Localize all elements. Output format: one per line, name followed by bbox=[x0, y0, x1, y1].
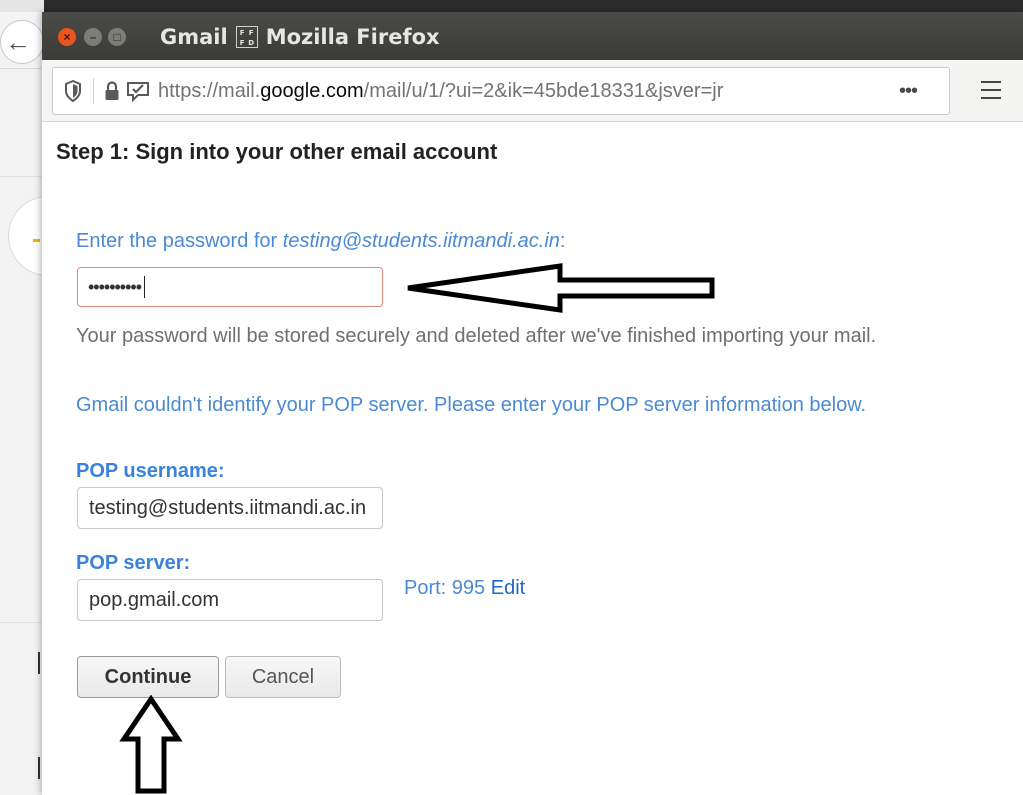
cancel-button[interactable]: Cancel bbox=[225, 656, 341, 698]
navigation-toolbar: https://mail.google.com/mail/u/1/?ui=2&i… bbox=[42, 60, 1023, 122]
window-app-title: Gmail bbox=[160, 25, 228, 49]
background-mark bbox=[38, 757, 40, 779]
window-title: Gmail F F F D Mozilla Firefox bbox=[160, 25, 440, 49]
background-tab-strip bbox=[0, 0, 1023, 12]
url-domain: google.com bbox=[260, 79, 364, 102]
glyph-char: D bbox=[248, 39, 255, 47]
close-window-button[interactable]: × bbox=[58, 28, 76, 46]
url-bar[interactable]: https://mail.google.com/mail/u/1/?ui=2&i… bbox=[52, 67, 950, 115]
pop-username-input[interactable]: testing@students.iitmandi.ac.in bbox=[77, 487, 383, 529]
lock-icon[interactable] bbox=[104, 81, 120, 101]
up-arrow-annotation-icon bbox=[119, 695, 183, 794]
password-input[interactable]: •••••••••• bbox=[77, 267, 383, 307]
page-actions-icon[interactable]: ••• bbox=[899, 80, 918, 103]
prompt-text: Enter the password for bbox=[76, 230, 283, 252]
prompt-suffix: : bbox=[559, 230, 566, 252]
permissions-icon[interactable] bbox=[126, 80, 150, 102]
glyph-char: F bbox=[248, 29, 254, 37]
pop-server-label: POP server: bbox=[76, 552, 191, 574]
text-cursor bbox=[144, 276, 146, 298]
tracking-shield-icon[interactable] bbox=[53, 80, 93, 102]
password-prompt: Enter the password for testing@students.… bbox=[76, 230, 565, 253]
url-path: /mail/u/1/?ui=2&ik=45bde18331&jsver=jr bbox=[363, 79, 724, 102]
left-arrow-annotation-icon bbox=[407, 263, 715, 313]
url-prefix: https://mail. bbox=[158, 79, 261, 102]
glyph-char: F bbox=[239, 39, 245, 47]
pop-username-label: POP username: bbox=[76, 460, 225, 482]
missing-glyph-icon: F F F D bbox=[235, 26, 258, 48]
background-accent-dot bbox=[33, 239, 40, 242]
url-text[interactable]: https://mail.google.com/mail/u/1/?ui=2&i… bbox=[158, 80, 893, 103]
prompt-email: testing@students.iitmandi.ac.in bbox=[282, 230, 560, 252]
background-divider bbox=[0, 622, 44, 623]
page-content: Step 1: Sign into your other email accou… bbox=[42, 122, 1023, 795]
window-browser-name: Mozilla Firefox bbox=[265, 25, 440, 49]
password-note: Your password will be stored securely an… bbox=[76, 325, 877, 347]
server-warning: Gmail couldn't identify your POP server.… bbox=[76, 394, 867, 416]
popup-window: × – □ Gmail F F F D Mozilla Firefox http… bbox=[42, 12, 1023, 795]
maximize-window-button[interactable]: □ bbox=[108, 28, 126, 46]
port-label: Port: 995 bbox=[404, 577, 486, 599]
page-title: Step 1: Sign into your other email accou… bbox=[56, 139, 498, 164]
urlbar-separator bbox=[93, 78, 94, 104]
background-mark bbox=[38, 652, 40, 674]
background-back-icon: ← bbox=[0, 20, 44, 64]
menu-icon[interactable] bbox=[978, 77, 1004, 103]
glyph-char: F bbox=[239, 29, 245, 37]
background-toolbar-divider bbox=[0, 68, 44, 69]
minimize-window-button[interactable]: – bbox=[84, 28, 102, 46]
window-titlebar: × – □ Gmail F F F D Mozilla Firefox bbox=[42, 12, 1023, 60]
port-info: Port: 995 Edit bbox=[404, 577, 525, 600]
edit-port-link[interactable]: Edit bbox=[491, 577, 525, 599]
pop-server-input[interactable]: pop.gmail.com bbox=[77, 579, 383, 621]
background-divider bbox=[0, 176, 44, 177]
password-value: •••••••••• bbox=[88, 276, 142, 297]
continue-button[interactable]: Continue bbox=[77, 656, 219, 698]
